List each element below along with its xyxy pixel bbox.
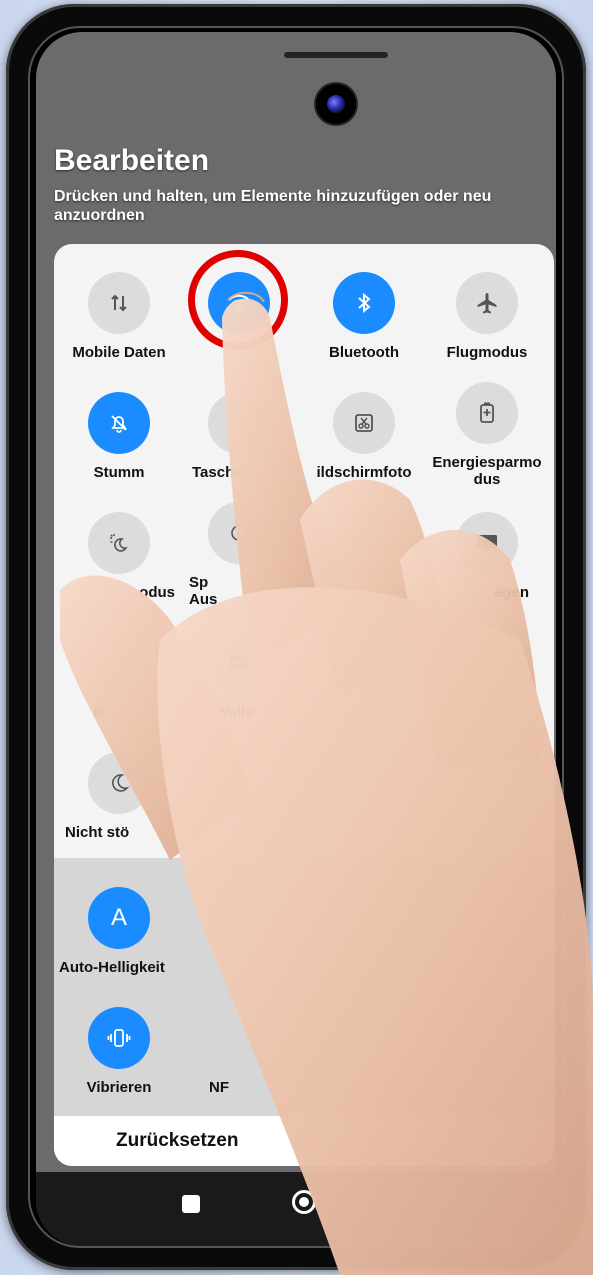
tile-mobile-data[interactable]: Mobile Daten	[59, 272, 179, 361]
tile-bluetooth[interactable]: Bluetooth	[304, 272, 424, 361]
airplane-icon	[456, 272, 518, 334]
tile-label: ildschirmfoto	[316, 464, 412, 481]
flashlight-icon	[208, 392, 270, 454]
tile-label: Auto-Helligkeit	[59, 959, 165, 976]
quick-settings-panel: Mobile Daten Bluetooth Flugmodus Stumm T…	[54, 244, 554, 1166]
reset-bar: Zurücksetzen	[54, 1116, 554, 1166]
screen: Bearbeiten Drücken und halten, um Elemen…	[36, 32, 556, 1246]
tile-auto-brightness[interactable]: A Auto-Helligkeit	[59, 887, 179, 976]
reset-button[interactable]: Zurücksetzen	[116, 1130, 238, 1152]
auto-brightness-icon: A	[88, 887, 150, 949]
tile-wallet[interactable]: Walle	[179, 632, 299, 721]
page-title: Bearbeiten	[54, 144, 210, 177]
tile-dark-mode[interactable]: odus	[59, 512, 179, 601]
bluetooth-icon	[333, 272, 395, 334]
tile-flashlight[interactable]: Tasche	[179, 392, 299, 481]
screenshot-icon	[333, 392, 395, 454]
tile-label: Vibrieren	[86, 1079, 152, 1096]
tile-airplane[interactable]: Flugmodus	[427, 272, 547, 361]
mobile-data-icon	[88, 272, 150, 334]
tile-label: H	[93, 704, 104, 721]
tile-nfc[interactable]: NF	[179, 1007, 299, 1096]
tile-label: Nicht stö	[65, 824, 130, 841]
mute-bell-icon	[88, 392, 150, 454]
tile-cast[interactable]: agen	[427, 512, 547, 601]
tile-label: Sp Aus	[189, 574, 218, 608]
tile-mute[interactable]: Stumm	[59, 392, 179, 481]
tile-label: Tasche	[192, 464, 243, 481]
eye-icon	[208, 502, 270, 564]
page-subtitle: Drücken und halten, um Elemente hinzuzuf…	[54, 188, 492, 224]
tile-label: NF	[209, 1079, 229, 1096]
tile-reading[interactable]: Sp Aus	[179, 502, 299, 608]
battery-saver-icon	[456, 382, 518, 444]
tile-dnd[interactable]: Nicht stö	[59, 752, 179, 841]
tile-label: agen	[493, 584, 529, 601]
vibrate-icon	[88, 1007, 150, 1069]
tile-label: Stumm	[93, 464, 145, 481]
tile-label: Flugmodus	[446, 344, 528, 361]
recent-apps-icon[interactable]	[182, 1195, 200, 1213]
tile-label: Mobile Daten	[72, 344, 166, 361]
front-camera	[316, 84, 356, 124]
tile-screenshot[interactable]: ildschirmfoto	[304, 392, 424, 481]
highlight-ring	[188, 250, 288, 350]
tile-hotspot[interactable]: H	[59, 632, 179, 721]
home-icon[interactable]	[292, 1190, 316, 1214]
moon-icon	[88, 752, 150, 814]
dark-mode-icon	[88, 512, 150, 574]
tile-battery-saver[interactable]: Energiesparmo dus	[427, 382, 547, 488]
cast-icon	[456, 512, 518, 574]
phone-frame: Bearbeiten Drücken und halten, um Elemen…	[6, 4, 586, 1270]
wallet-icon	[208, 632, 270, 694]
tile-vibrate[interactable]: Vibrieren	[59, 1007, 179, 1096]
tile-label: Bluetooth	[329, 344, 399, 361]
tile-label: Walle	[215, 704, 254, 721]
tile-label: odus	[139, 584, 175, 601]
tile-label: Energiesparmo dus	[432, 454, 542, 488]
speaker-grille	[284, 52, 388, 58]
